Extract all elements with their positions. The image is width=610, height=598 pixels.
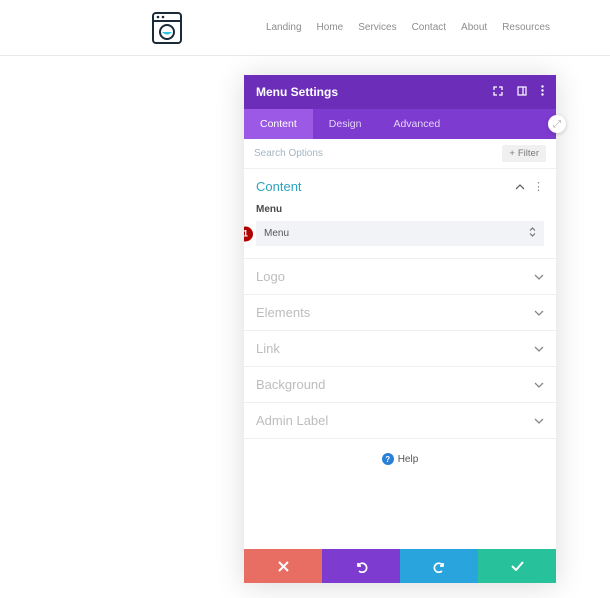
- updown-icon: [529, 227, 536, 240]
- annotation-badge: 1: [244, 226, 253, 241]
- panel-footer: [244, 549, 556, 583]
- section-content-body: Menu 1 Menu: [244, 204, 556, 258]
- tab-advanced[interactable]: Advanced: [377, 109, 456, 139]
- section-more-icon[interactable]: ⋮: [533, 180, 544, 193]
- toolbar: Search Options +Filter: [244, 139, 556, 169]
- chevron-down-icon: [534, 346, 544, 352]
- topbar: Landing Home Services Contact About Reso…: [0, 0, 610, 56]
- redo-button[interactable]: [400, 549, 478, 583]
- tabs: Content Design Advanced ⤢: [244, 109, 556, 139]
- nav-item-resources[interactable]: Resources: [502, 22, 550, 33]
- more-icon[interactable]: [541, 85, 544, 99]
- settings-panel: Menu Settings Content Design Advanced ⤢ …: [244, 75, 556, 583]
- search-options[interactable]: Search Options: [254, 148, 323, 159]
- nav-item-contact[interactable]: Contact: [412, 22, 446, 33]
- tab-design[interactable]: Design: [313, 109, 378, 139]
- panel-title: Menu Settings: [256, 85, 338, 99]
- section-link-head[interactable]: Link: [244, 331, 556, 366]
- panel-header: Menu Settings: [244, 75, 556, 109]
- save-button[interactable]: [478, 549, 556, 583]
- section-content-head[interactable]: Content ⋮: [244, 169, 556, 204]
- menu-dropdown[interactable]: 1 Menu: [256, 221, 544, 246]
- snap-icon[interactable]: [517, 85, 527, 99]
- logo: [150, 11, 184, 45]
- menu-dropdown-value: Menu: [264, 228, 289, 239]
- menu-field-label: Menu: [256, 204, 544, 215]
- nav-menu: Landing Home Services Contact About Reso…: [266, 22, 550, 33]
- tab-content[interactable]: Content: [244, 109, 313, 139]
- section-background-head[interactable]: Background: [244, 367, 556, 402]
- undo-button[interactable]: [322, 549, 400, 583]
- help-icon: ?: [382, 453, 394, 465]
- section-logo-head[interactable]: Logo: [244, 259, 556, 294]
- filter-button[interactable]: +Filter: [502, 145, 546, 162]
- cancel-button[interactable]: [244, 549, 322, 583]
- chevron-down-icon: [534, 310, 544, 316]
- section-elements-head[interactable]: Elements: [244, 295, 556, 330]
- nav-item-services[interactable]: Services: [358, 22, 396, 33]
- chevron-down-icon: [534, 382, 544, 388]
- panel-body: Content ⋮ Menu 1 Menu Logo Elements: [244, 169, 556, 549]
- nav-item-landing[interactable]: Landing: [266, 22, 302, 33]
- nav-item-about[interactable]: About: [461, 22, 487, 33]
- nav-item-home[interactable]: Home: [317, 22, 344, 33]
- section-admin-label-head[interactable]: Admin Label: [244, 403, 556, 438]
- expand-icon[interactable]: [493, 85, 503, 99]
- chevron-down-icon: [534, 418, 544, 424]
- chevron-up-icon: [515, 184, 525, 190]
- help-link[interactable]: ? Help: [244, 439, 556, 479]
- section-content-title: Content: [256, 179, 302, 194]
- chevron-down-icon: [534, 274, 544, 280]
- extra-icon[interactable]: ⤢: [548, 115, 566, 133]
